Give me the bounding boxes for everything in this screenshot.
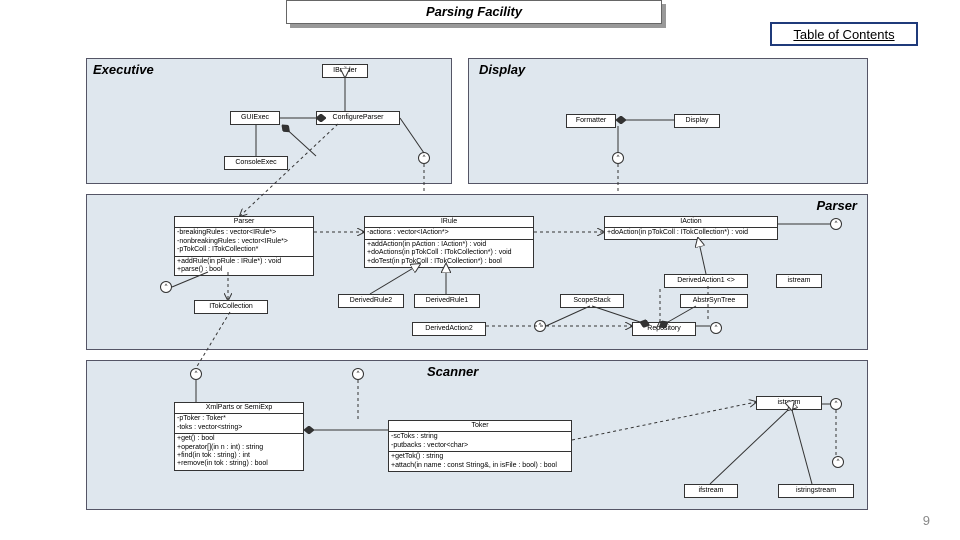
- class-ibuilder: IBuilder: [322, 64, 368, 78]
- class-configureparser: ConfigureParser: [316, 111, 400, 125]
- interface-lollipop-icon: ^: [190, 368, 202, 380]
- class-repository: Repository: [632, 322, 696, 336]
- class-derivedrule2: DerivedRule2: [338, 294, 404, 308]
- package-label: Executive: [93, 62, 154, 77]
- class-derivedaction1: DerivedAction1 <>: [664, 274, 748, 288]
- class-parser: Parser -breakingRules : vector<IRule*>-n…: [174, 216, 314, 276]
- class-iaction: IAction +doAction(in pTokColl : ITokColl…: [604, 216, 778, 240]
- class-formatter: Formatter: [566, 114, 616, 128]
- class-scopestack: ScopeStack: [560, 294, 624, 308]
- class-consoleexec: ConsoleExec: [224, 156, 288, 170]
- class-toker: Toker -scToks : string-putbacks : vector…: [388, 420, 572, 472]
- class-istream2: istream: [756, 396, 822, 410]
- interface-lollipop-icon: ^: [830, 398, 842, 410]
- interface-lollipop-icon: ^: [160, 281, 172, 293]
- interface-lollipop-icon: ^: [352, 368, 364, 380]
- package-display: Display: [468, 58, 868, 184]
- interface-lollipop-icon: ^: [612, 152, 624, 164]
- package-label: Scanner: [427, 364, 478, 379]
- class-guiexec: GUIExec: [230, 111, 280, 125]
- class-display2: Display: [674, 114, 720, 128]
- package-label: Display: [479, 62, 525, 77]
- package-label: Parser: [817, 198, 857, 213]
- interface-lollipop-icon: ^: [832, 456, 844, 468]
- class-derivedrule1: DerivedRule1: [414, 294, 480, 308]
- class-abstrsyntree: AbstrSynTree: [680, 294, 748, 308]
- class-irule: IRule -actions : vector<IAction*> +addAc…: [364, 216, 534, 268]
- class-istringstream: istringstream: [778, 484, 854, 498]
- table-of-contents-link[interactable]: Table of Contents: [770, 22, 918, 46]
- interface-lollipop-icon: ^: [830, 218, 842, 230]
- class-istream: istream: [776, 274, 822, 288]
- class-xmlparts: XmlParts or SemiExp -pToker : Toker*-tok…: [174, 402, 304, 471]
- page-number: 9: [923, 513, 930, 528]
- diagram-title: Parsing Facility: [286, 0, 662, 24]
- interface-lollipop-icon: ^: [418, 152, 430, 164]
- class-derivedaction2: DerivedAction2: [412, 322, 486, 336]
- interface-lollipop-icon: ^: [710, 322, 722, 334]
- class-itokcollection: ITokCollection: [194, 300, 268, 314]
- class-ifstream: ifstream: [684, 484, 738, 498]
- interface-lollipop-icon: ^: [534, 320, 546, 332]
